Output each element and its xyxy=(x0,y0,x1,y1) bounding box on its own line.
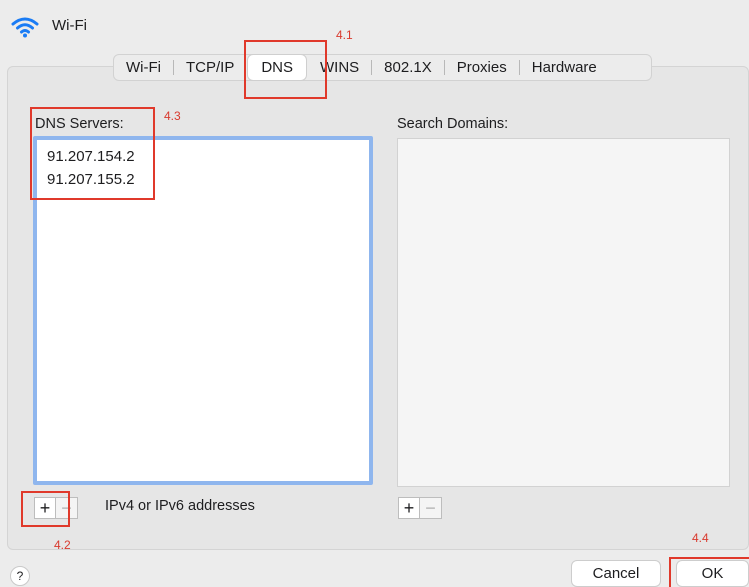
dns-hint: IPv4 or IPv6 addresses xyxy=(105,498,255,514)
search-domains-list[interactable] xyxy=(397,138,730,487)
annotation-box-4-3 xyxy=(30,107,155,200)
search-add-remove-group: + − xyxy=(398,497,442,519)
annotation-label-4-2: 4.2 xyxy=(54,538,71,552)
ok-button[interactable]: OK xyxy=(676,560,749,587)
tab-hardware[interactable]: Hardware xyxy=(520,55,609,80)
tab-proxies[interactable]: Proxies xyxy=(445,55,519,80)
title-bar: Wi-Fi xyxy=(10,14,87,40)
wifi-icon xyxy=(11,17,39,38)
add-search-domain-button[interactable]: + xyxy=(398,497,420,519)
annotation-label-4-1: 4.1 xyxy=(336,28,353,42)
tab-wifi[interactable]: Wi-Fi xyxy=(114,55,173,80)
help-button[interactable]: ? xyxy=(10,566,30,586)
remove-search-domain-button[interactable]: − xyxy=(420,497,442,519)
tab-8021x[interactable]: 802.1X xyxy=(372,55,444,80)
tab-tcpip[interactable]: TCP/IP xyxy=(174,55,246,80)
window-title: Wi-Fi xyxy=(52,16,87,34)
annotation-label-4-4: 4.4 xyxy=(692,531,709,545)
search-domains-label: Search Domains: xyxy=(397,116,509,132)
annotation-box-4-1 xyxy=(244,40,327,99)
annotation-box-4-2 xyxy=(21,491,70,527)
tab-bar: Wi-Fi TCP/IP DNS WINS 802.1X Proxies Har… xyxy=(113,54,652,81)
cancel-button[interactable]: Cancel xyxy=(571,560,661,587)
annotation-label-4-3: 4.3 xyxy=(164,109,181,123)
